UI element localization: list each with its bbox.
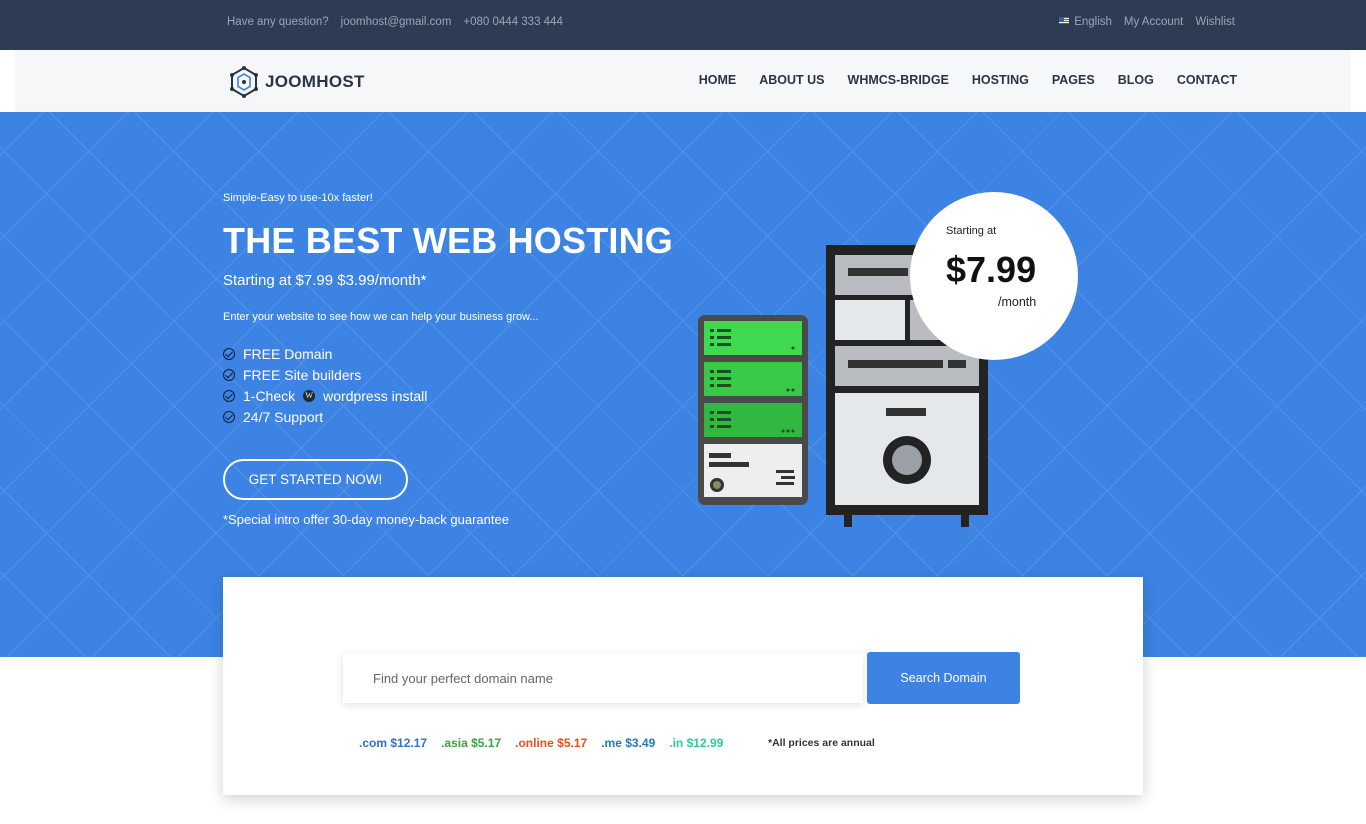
logo[interactable]: JOOMHOST [229,66,365,98]
my-account-link[interactable]: My Account [1124,16,1183,28]
hero-price-line: Starting at $7.99 $3.99/month* [223,272,427,289]
account-links: English My Account Wishlist [1059,16,1235,28]
tld-name: .com [359,736,388,750]
nav-item-blog[interactable]: BLOG [1118,73,1154,87]
nav-item-whmcs-bridge[interactable]: WHMCS-BRIDGE [848,73,949,87]
feature-list: FREE Domain FREE Site builders 1-Check Ww… [223,343,673,427]
feature-text: wordpress install [323,387,428,404]
language-selector[interactable]: English [1059,16,1112,28]
tld-me[interactable]: .me $3.49 [601,736,655,750]
check-circle-icon [223,389,235,402]
hero-content: Simple-Easy to use-10x faster! THE BEST … [223,192,674,527]
nav-item-pages[interactable]: PAGES [1052,73,1095,87]
domain-search-card: Search Domain .com $12.17 .asia $5.17 .o… [223,577,1143,795]
feature-item: 24/7 Support [223,406,673,427]
search-domain-button[interactable]: Search Domain [867,652,1020,704]
price-badge: Starting at $7.99 /month [910,192,1078,360]
tld-price: $5.17 [557,736,588,750]
guarantee-text: *Special intro offer 30-day money-back g… [223,512,509,527]
hexagon-logo-icon [230,66,258,98]
hero-eyebrow: Simple-Easy to use-10x faster! [223,192,373,204]
get-started-button[interactable]: GET STARTED NOW! [223,459,408,500]
wordpress-icon: W [303,389,316,402]
main-navbar: JOOMHOST HOME ABOUT US WHMCS-BRIDGE HOST… [15,50,1351,112]
nav-item-hosting[interactable]: HOSTING [972,73,1029,87]
feature-text: 24/7 Support [243,408,324,425]
feature-item: FREE Domain [223,343,673,364]
phone-link[interactable]: +080 0444 333 444 [463,16,562,28]
top-bar: Have any question? joomhost@gmail.com +0… [0,0,1366,50]
tld-name: .online [515,736,554,750]
nav-menu: HOME ABOUT US WHMCS-BRIDGE HOSTING PAGES… [699,73,1237,87]
nav-item-about-us[interactable]: ABOUT US [759,73,824,87]
check-circle-icon [223,410,235,423]
nav-item-contact[interactable]: CONTACT [1177,73,1237,87]
contact-info: Have any question? joomhost@gmail.com +0… [227,16,563,28]
us-flag-icon [1059,17,1070,24]
tld-in[interactable]: .in $12.99 [669,736,723,750]
feature-text: FREE Site builders [243,366,362,383]
tld-online[interactable]: .online $5.17 [515,736,587,750]
tld-price: $12.99 [686,736,724,750]
wishlist-link[interactable]: Wishlist [1195,16,1235,28]
tld-name: .in [669,736,684,750]
tld-com[interactable]: .com $12.17 [359,736,427,750]
hero-background-pattern [0,112,1366,657]
email-link[interactable]: joomhost@gmail.com [341,16,452,28]
badge-amount: $7.99 [946,249,1037,290]
domain-search-input[interactable] [343,653,863,703]
annual-prices-note: *All prices are annual [768,737,875,749]
brand-name: JOOMHOST [265,72,365,91]
hero-section: Simple-Easy to use-10x faster! THE BEST … [0,112,1366,657]
badge-period: /month [998,295,1037,309]
check-circle-icon [223,368,235,381]
hero-headline: THE BEST WEB HOSTING [223,220,674,261]
tld-name: .me [601,736,622,750]
nav-item-home[interactable]: HOME [699,73,737,87]
check-circle-icon [223,347,235,360]
feature-item: 1-Check Wwordpress install [223,385,673,406]
tld-price: $3.49 [625,736,656,750]
feature-item: FREE Site builders [223,364,673,385]
tld-price: $12.17 [390,736,428,750]
tld-price: $5.17 [471,736,502,750]
question-text: Have any question? [227,16,329,28]
feature-text: 1-Check [243,387,296,404]
feature-text: FREE Domain [243,345,333,362]
hero-intro: Enter your website to see how we can hel… [223,311,539,323]
language-label: English [1074,16,1112,28]
tld-asia[interactable]: .asia $5.17 [441,736,501,750]
badge-label: Starting at [946,225,997,237]
tld-name: .asia [441,736,468,750]
tld-price-list: .com $12.17 .asia $5.17 .online $5.17 .m… [359,736,723,750]
